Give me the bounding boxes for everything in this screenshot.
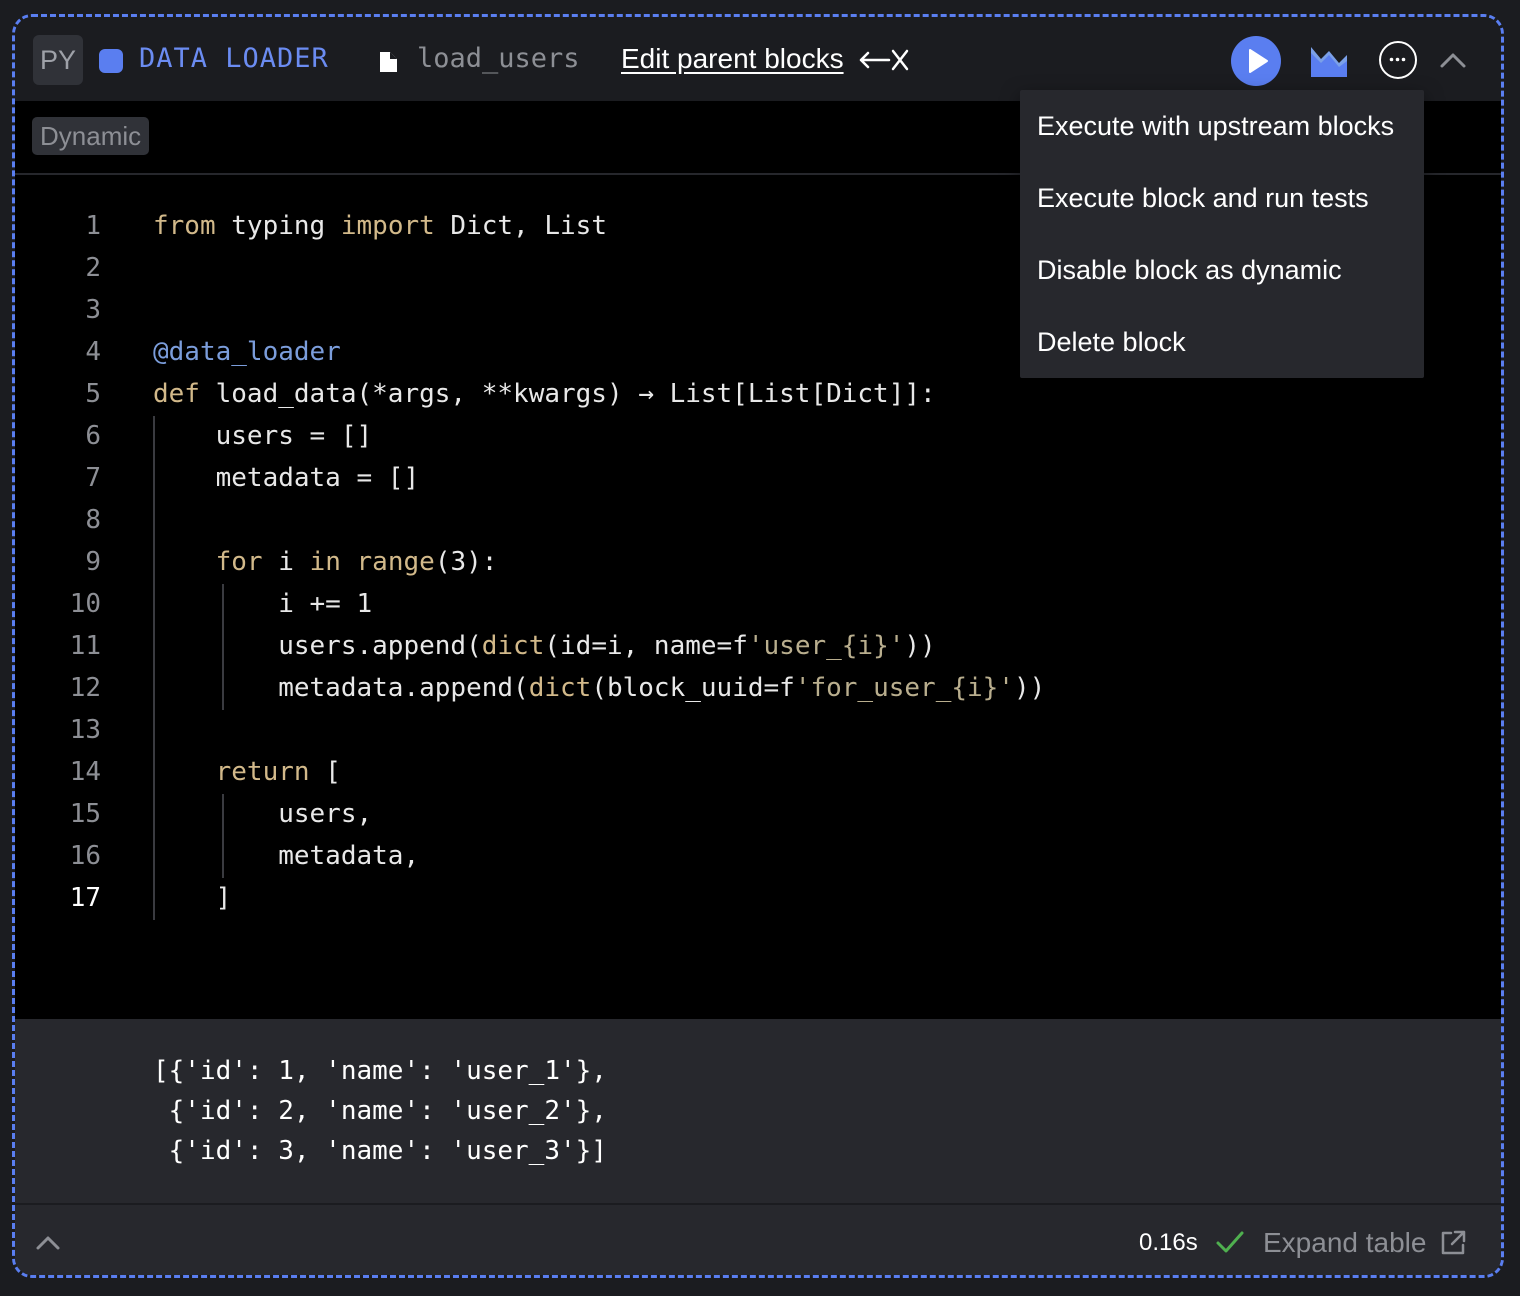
file-icon <box>380 52 397 72</box>
external-link-icon[interactable] <box>1439 1229 1467 1257</box>
code-line: 9 for i in range(3): <box>85 547 498 577</box>
block-type-color-icon <box>99 49 123 73</box>
chevron-up-icon[interactable] <box>35 1233 61 1253</box>
code-line: 12 metadata.append(dict(block_uuid=f'for… <box>69 673 1046 703</box>
dynamic-tag: Dynamic <box>32 117 150 155</box>
code-line: 13 <box>69 715 101 745</box>
block-type-label: DATA LOADER <box>139 43 329 74</box>
block-output: [{'id': 1, 'name': 'user_1'}, {'id': 2, … <box>15 1019 1501 1203</box>
code-line: 17 ] <box>69 883 232 913</box>
execution-time: 0.16s <box>1139 1229 1198 1256</box>
block-header: PY DATA LOADER load_users Edit parent bl… <box>15 17 1501 101</box>
output-footer: 0.16s Expand table <box>15 1203 1501 1275</box>
code-line: 7 metadata = [] <box>85 463 420 493</box>
chart-icon[interactable] <box>1309 43 1349 79</box>
more-options-button[interactable] <box>1379 41 1417 79</box>
chevron-up-icon[interactable] <box>1439 49 1467 71</box>
expand-table-button[interactable]: Expand table <box>1263 1225 1426 1261</box>
code-line: 8 <box>85 505 101 535</box>
edit-parent-blocks-link[interactable]: Edit parent blocks <box>621 41 844 77</box>
code-line: 14 return [ <box>69 757 341 787</box>
code-line: 11 users.append(dict(id=i, name=f'user_{… <box>69 631 936 661</box>
code-line: 5 def load_data(*args, **kwargs) → List[L… <box>85 379 936 409</box>
arrows-icon[interactable] <box>859 47 911 73</box>
run-block-button[interactable] <box>1231 36 1281 86</box>
menu-item-execute-tests[interactable]: Execute block and run tests <box>1020 162 1424 234</box>
output-line: {'id': 2, 'name': 'user_2'}, <box>153 1096 607 1126</box>
code-line: 15 users, <box>69 799 373 829</box>
menu-item-execute-upstream[interactable]: Execute with upstream blocks <box>1020 90 1424 162</box>
block-file-name[interactable]: load_users <box>417 41 580 77</box>
menu-item-disable-dynamic[interactable]: Disable block as dynamic <box>1020 234 1424 306</box>
code-line: 10 i += 1 <box>69 589 373 619</box>
block-options-menu: Execute with upstream blocks Execute blo… <box>1020 90 1424 378</box>
play-icon <box>1249 49 1268 73</box>
code-line: 16 metadata, <box>69 841 420 871</box>
output-line: [{'id': 1, 'name': 'user_1'}, <box>153 1056 607 1086</box>
more-icon <box>1389 57 1406 62</box>
output-line: {'id': 3, 'name': 'user_3'}] <box>153 1136 607 1166</box>
language-badge: PY <box>33 35 83 85</box>
check-icon <box>1216 1231 1244 1253</box>
code-line: 6 users = [] <box>85 421 373 451</box>
menu-item-delete-block[interactable]: Delete block <box>1020 306 1424 378</box>
